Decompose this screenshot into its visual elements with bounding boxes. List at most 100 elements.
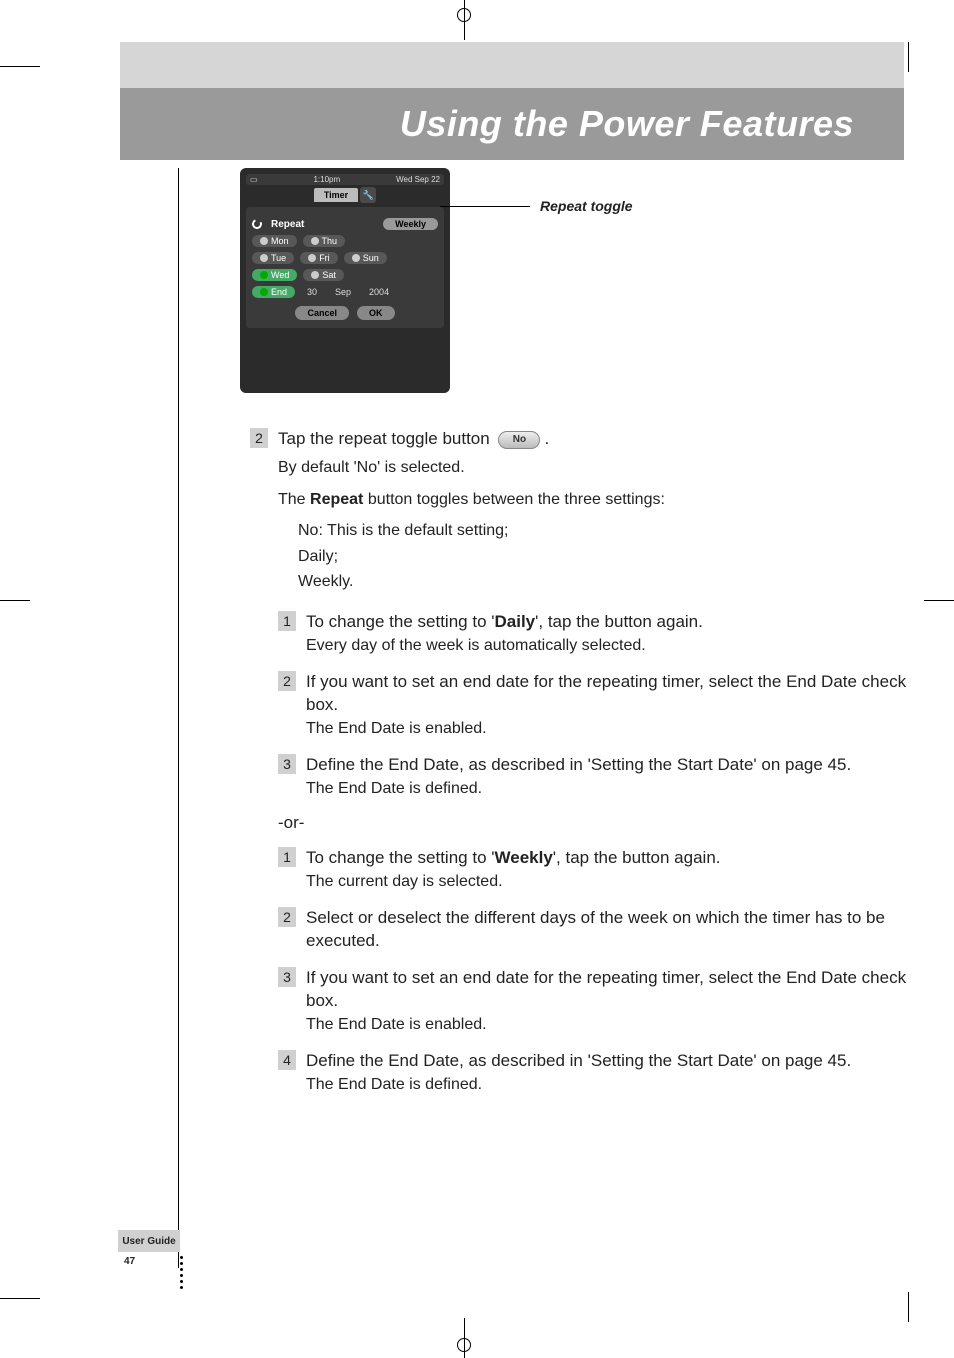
- radio-icon: [308, 254, 316, 262]
- daily-steps: 1 To change the setting to 'Daily', tap …: [278, 611, 910, 800]
- sub: The End Date is defined.: [306, 1076, 482, 1093]
- wrench-icon: 🔧: [363, 190, 374, 201]
- radio-icon: [260, 271, 268, 279]
- radio-icon: [260, 237, 268, 245]
- end-year[interactable]: 2004: [363, 286, 395, 298]
- weekly-steps: 1 To change the setting to 'Weekly', tap…: [278, 847, 910, 1095]
- status-bar: ▭ 1:10pm Wed Sep 22: [246, 174, 444, 185]
- weekly-step-2: 2 Select or deselect the different days …: [278, 907, 910, 953]
- step-number: 1: [278, 847, 296, 867]
- sub: The End Date is enabled.: [306, 720, 487, 737]
- tab-timer[interactable]: Timer: [314, 188, 358, 202]
- registration-mark-icon: [457, 1338, 471, 1352]
- end-label: End: [271, 287, 287, 297]
- sub: The End Date is enabled.: [306, 1016, 487, 1033]
- radio-icon: [260, 254, 268, 262]
- or-divider: -or-: [278, 813, 910, 833]
- radio-icon: [311, 271, 319, 279]
- end-checkbox[interactable]: End: [252, 286, 295, 298]
- cancel-button[interactable]: Cancel: [295, 306, 349, 320]
- day-label: Sat: [322, 270, 336, 280]
- step-number: 4: [278, 1050, 296, 1070]
- status-time: 1:10pm: [313, 175, 340, 184]
- option-no: No: This is the default setting;: [298, 520, 910, 542]
- text: The: [278, 491, 310, 508]
- text: button toggles between the three setting…: [363, 491, 665, 508]
- step-number: 3: [278, 754, 296, 774]
- step-2: 2 Tap the repeat toggle button No.: [250, 428, 910, 451]
- no-pill-icon: No: [498, 431, 540, 449]
- sub: The End Date is defined.: [306, 780, 482, 797]
- text: ', tap the button again.: [535, 612, 703, 631]
- end-day[interactable]: 30: [301, 286, 323, 298]
- bold: Weekly: [495, 848, 553, 867]
- day-mon[interactable]: Mon: [252, 235, 297, 247]
- crop-mark: [464, 28, 465, 38]
- registration-mark-icon: [457, 8, 471, 22]
- step-text: To change the setting to 'Weekly', tap t…: [306, 847, 721, 893]
- weekly-step-1: 1 To change the setting to 'Weekly', tap…: [278, 847, 910, 893]
- text: Select or deselect the different days of…: [306, 908, 885, 950]
- day-label: Wed: [271, 270, 289, 280]
- end-row: End 30 Sep 2004: [252, 286, 438, 298]
- title-band: Using the Power Features: [120, 88, 904, 160]
- day-sat[interactable]: Sat: [303, 269, 344, 281]
- step-number: 1: [278, 611, 296, 631]
- step-text: Define the End Date, as described in 'Se…: [306, 1050, 851, 1096]
- day-fri[interactable]: Fri: [300, 252, 338, 264]
- day-sun[interactable]: Sun: [344, 252, 387, 264]
- radio-icon: [311, 237, 319, 245]
- weekly-step-4: 4 Define the End Date, as described in '…: [278, 1050, 910, 1096]
- crop-mark: [908, 1292, 909, 1322]
- bold: Daily: [495, 612, 536, 631]
- crop-mark: [0, 66, 40, 67]
- end-month[interactable]: Sep: [329, 286, 357, 298]
- days-row-1: Mon Thu: [252, 235, 438, 247]
- step-text: If you want to set an end date for the r…: [306, 967, 910, 1036]
- step-number: 3: [278, 967, 296, 987]
- text: If you want to set an end date for the r…: [306, 968, 906, 1010]
- day-label: Sun: [363, 253, 379, 263]
- button-row: Cancel OK: [252, 306, 438, 320]
- text: To change the setting to ': [306, 848, 495, 867]
- step-number: 2: [250, 428, 268, 448]
- callout-line: [440, 206, 530, 207]
- text: .: [544, 429, 549, 448]
- panel: Repeat Weekly Mon Thu Tue Fri Sun Wed: [246, 207, 444, 328]
- page-number: 47: [124, 1256, 135, 1267]
- settings-tab-icon[interactable]: 🔧: [360, 187, 376, 203]
- day-tue[interactable]: Tue: [252, 252, 294, 264]
- ok-button[interactable]: OK: [357, 306, 395, 320]
- days-row-2: Tue Fri Sun: [252, 252, 438, 264]
- status-date: Wed Sep 22: [396, 175, 440, 184]
- step-text: Define the End Date, as described in 'Se…: [306, 754, 851, 800]
- text: Define the End Date, as described in 'Se…: [306, 1051, 851, 1070]
- step-sub: The Repeat button toggles between the th…: [278, 489, 910, 511]
- daily-step-3: 3 Define the End Date, as described in '…: [278, 754, 910, 800]
- option-weekly: Weekly.: [298, 571, 910, 593]
- sub: Every day of the week is automatically s…: [306, 637, 646, 654]
- day-label: Tue: [271, 253, 286, 263]
- text: Define the End Date, as described in 'Se…: [306, 755, 851, 774]
- day-wed[interactable]: Wed: [252, 269, 297, 281]
- day-label: Thu: [322, 236, 338, 246]
- callout-label: Repeat toggle: [540, 198, 633, 214]
- footer-dots-icon: [180, 1256, 183, 1289]
- tab-row: Timer 🔧: [246, 187, 444, 203]
- step-number: 2: [278, 907, 296, 927]
- repeat-toggle-button[interactable]: Weekly: [383, 218, 438, 230]
- step-number: 2: [278, 671, 296, 691]
- page: Using the Power Features ▭ 1:10pm Wed Se…: [0, 0, 954, 1358]
- device-screenshot: ▭ 1:10pm Wed Sep 22 Timer 🔧 Repeat Weekl…: [240, 168, 450, 393]
- step-text: To change the setting to 'Daily', tap th…: [306, 611, 703, 657]
- left-rule: [178, 168, 179, 1268]
- sub: The current day is selected.: [306, 873, 503, 890]
- timer-figure: ▭ 1:10pm Wed Sep 22 Timer 🔧 Repeat Weekl…: [240, 168, 660, 398]
- day-thu[interactable]: Thu: [303, 235, 346, 247]
- content-column: ▭ 1:10pm Wed Sep 22 Timer 🔧 Repeat Weekl…: [250, 168, 910, 1110]
- text: ', tap the button again.: [553, 848, 721, 867]
- text: To change the setting to ': [306, 612, 495, 631]
- weekly-step-3: 3 If you want to set an end date for the…: [278, 967, 910, 1036]
- day-label: Mon: [271, 236, 289, 246]
- repeat-label: Repeat: [271, 219, 304, 230]
